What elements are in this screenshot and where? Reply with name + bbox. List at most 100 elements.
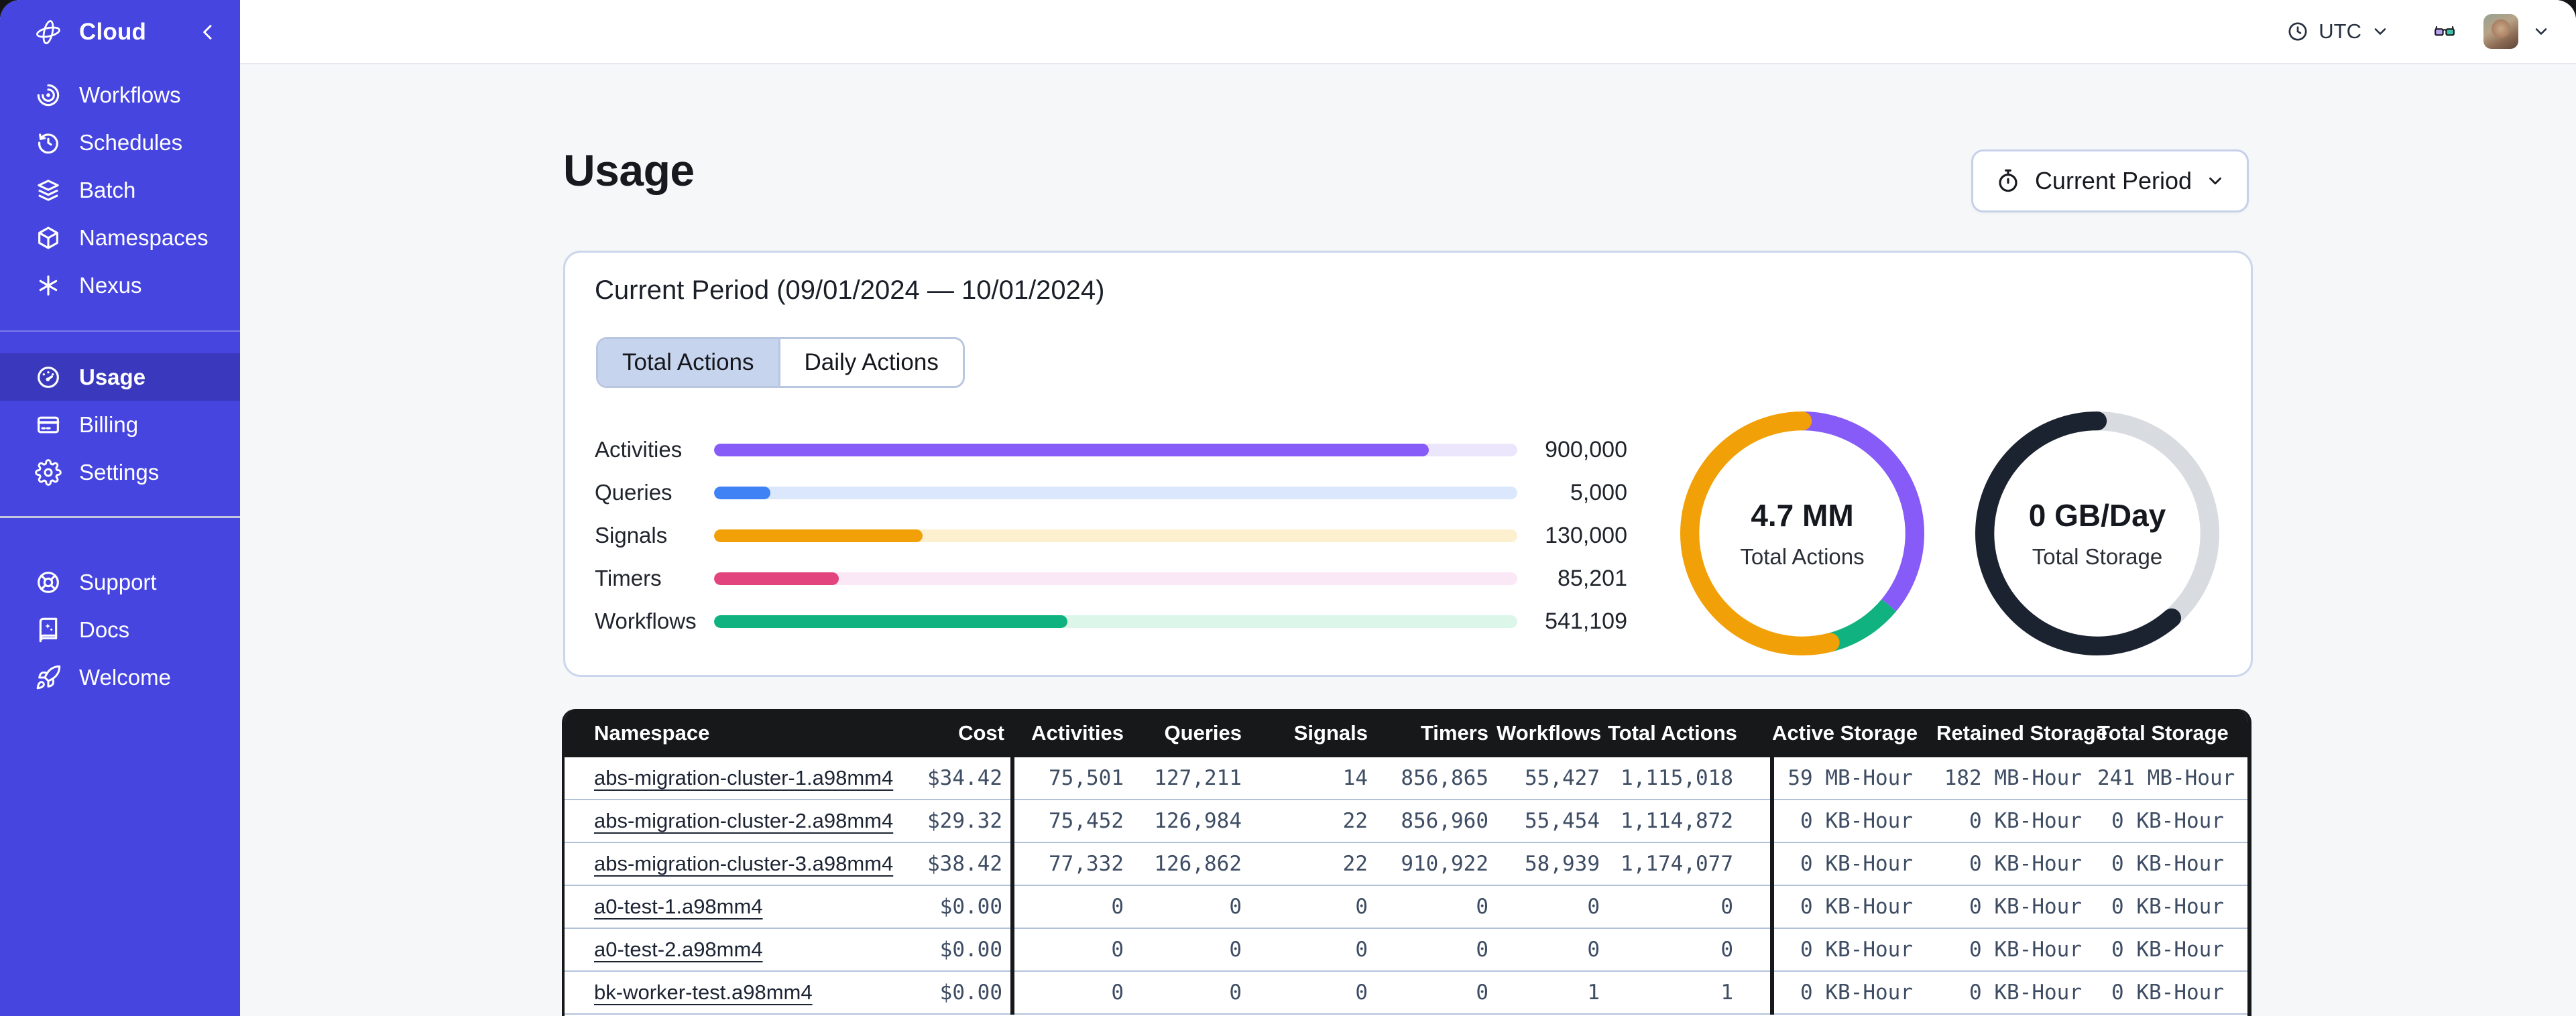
sidebar-item-usage[interactable]: Usage: [0, 353, 240, 401]
bar-row-signals: Signals 130,000: [595, 514, 1627, 557]
bar-track: [714, 572, 1517, 585]
total-actions-cell: 1: [1608, 971, 1772, 1015]
workflows-cell: 55,454: [1497, 800, 1608, 843]
period-selector-button[interactable]: Current Period: [1971, 149, 2249, 212]
tab-total-actions[interactable]: Total Actions: [598, 339, 778, 386]
cost-cell: $0.00: [794, 885, 1012, 929]
bar-fill: [714, 572, 839, 585]
total-actions-cell: 1,114,872: [1608, 800, 1772, 843]
bar-track: [714, 443, 1517, 456]
namespace-link[interactable]: bk-worker-test.a98mm4: [594, 980, 813, 1004]
sidebar-item-namespaces[interactable]: Namespaces: [0, 214, 240, 261]
activities-cell: 75,452: [1010, 800, 1132, 843]
bar-track: [714, 486, 1517, 499]
cloud-orbit-icon: [34, 17, 63, 47]
sidebar-item-support[interactable]: Support: [0, 558, 240, 606]
donut-label: Total Actions: [1740, 544, 1865, 569]
current-period-card: Current Period (09/01/2024 — 10/01/2024)…: [563, 251, 2253, 677]
total-actions-cell: 1,115,018: [1608, 757, 1772, 800]
cost-cell: $0.00: [794, 971, 1012, 1015]
active-storage-cell: 0 KB-Hour: [1770, 842, 1936, 886]
chevron-down-icon: [2371, 22, 2390, 41]
column-header-activities: Activities: [1012, 709, 1132, 757]
docs-book-icon: [35, 617, 62, 643]
glasses-icon[interactable]: [2428, 21, 2461, 42]
sidebar: Cloud Workflows Schedules Batch Namespac…: [0, 0, 240, 1016]
timers-cell: 910,922: [1376, 842, 1497, 886]
bar-label: Queries: [595, 480, 672, 505]
bar-fill: [714, 443, 1429, 456]
total-storage-donut-chart: 0 GB/Day Total Storage: [1975, 411, 2219, 655]
queries-cell: 0: [1132, 971, 1250, 1015]
column-header-signals: Signals: [1250, 709, 1376, 757]
sidebar-title: Cloud: [79, 19, 147, 45]
active-storage-cell: 0 KB-Hour: [1770, 971, 1936, 1015]
user-avatar[interactable]: [2483, 14, 2518, 49]
settings-gear-icon: [35, 458, 62, 486]
namespaces-cube-icon: [35, 225, 62, 251]
table-row: bk-worker-test.a98mm4 $0.00 0 0 0 0 1 1 …: [565, 971, 2247, 1015]
sidebar-item-welcome[interactable]: Welcome: [0, 653, 240, 701]
donut-value: 0 GB/Day: [2028, 498, 2166, 533]
retained-storage-cell: 0 KB-Hour: [1936, 842, 2097, 886]
bar-row-timers: Timers 85,201: [595, 557, 1627, 600]
column-header-total-storage: Total Storage: [2097, 709, 2247, 757]
sidebar-nav: Workflows Schedules Batch Namespaces Nex…: [0, 71, 240, 701]
namespace-link[interactable]: abs-migration-cluster-3.a98mm4: [594, 852, 893, 875]
activities-cell: 0: [1010, 885, 1132, 929]
signals-cell: 0: [1250, 928, 1376, 972]
sidebar-item-docs[interactable]: Docs: [0, 606, 240, 653]
sidebar-item-batch[interactable]: Batch: [0, 166, 240, 214]
namespace-link[interactable]: a0-test-1.a98mm4: [594, 895, 763, 918]
welcome-rocket-icon: [35, 664, 62, 691]
sidebar-item-settings[interactable]: Settings: [0, 448, 240, 496]
schedules-icon: [35, 129, 62, 156]
retained-storage-cell: 0 KB-Hour: [1936, 800, 2097, 843]
namespace-link[interactable]: abs-migration-cluster-1.a98mm4: [594, 766, 893, 789]
timezone-selector[interactable]: UTC: [2286, 19, 2390, 44]
total-storage-cell: 0 KB-Hour: [2097, 971, 2247, 1015]
sidebar-item-label: Workflows: [79, 82, 181, 107]
column-header-queries: Queries: [1132, 709, 1250, 757]
batch-layers-icon: [35, 177, 62, 204]
bar-value: 5,000: [1570, 479, 1627, 505]
account-menu-chevron-icon[interactable]: [2532, 22, 2551, 41]
total-actions-cell: 0: [1608, 928, 1772, 972]
bar-label: Activities: [595, 437, 683, 462]
sidebar-collapse-button[interactable]: [193, 17, 223, 47]
timers-cell: 856,865: [1376, 757, 1497, 800]
queries-cell: 0: [1132, 885, 1250, 929]
activities-cell: 0: [1010, 928, 1132, 972]
total-actions-cell: 1,174,077: [1608, 842, 1772, 886]
table-row: a0-test-2.a98mm4 $0.00 0 0 0 0 0 0 0 KB-…: [565, 928, 2247, 972]
sidebar-item-schedules[interactable]: Schedules: [0, 119, 240, 166]
total-actions-cell: 0: [1608, 885, 1772, 929]
namespace-usage-table: Namespace Cost Activities Queries Signal…: [562, 709, 2251, 1016]
total-actions-donut-chart: 4.7 MM Total Actions: [1680, 411, 1924, 655]
retained-storage-cell: 0 KB-Hour: [1936, 885, 2097, 929]
total-storage-cell: 0 KB-Hour: [2097, 885, 2247, 929]
retained-storage-cell: 0 KB-Hour: [1936, 928, 2097, 972]
active-storage-cell: 59 MB-Hour: [1770, 757, 1936, 800]
namespace-link[interactable]: abs-migration-cluster-2.a98mm4: [594, 809, 893, 832]
sidebar-item-billing[interactable]: Billing: [0, 401, 240, 448]
column-header-timers: Timers: [1376, 709, 1497, 757]
bar-value: 541,109: [1545, 608, 1627, 634]
sidebar-item-nexus[interactable]: Nexus: [0, 261, 240, 309]
sidebar-item-label: Settings: [79, 459, 160, 485]
actions-tab-group: Total Actions Daily Actions: [596, 337, 965, 388]
active-storage-cell: 0 KB-Hour: [1770, 928, 1936, 972]
bar-fill: [714, 615, 1068, 628]
namespace-link[interactable]: a0-test-2.a98mm4: [594, 938, 763, 961]
donut-center-text: 0 GB/Day Total Storage: [1975, 411, 2219, 655]
sidebar-item-label: Nexus: [79, 272, 142, 298]
table-row: a0-test-1.a98mm4 $0.00 0 0 0 0 0 0 0 KB-…: [565, 885, 2247, 929]
table-row: abs-migration-cluster-2.a98mm4 $29.32 75…: [565, 800, 2247, 843]
signals-cell: 22: [1250, 842, 1376, 886]
sidebar-item-workflows[interactable]: Workflows: [0, 71, 240, 119]
active-storage-cell: 0 KB-Hour: [1770, 885, 1936, 929]
tab-daily-actions[interactable]: Daily Actions: [778, 339, 963, 386]
usage-gauge-icon: [35, 364, 62, 391]
bar-label: Signals: [595, 523, 668, 548]
donut-center-text: 4.7 MM Total Actions: [1680, 411, 1924, 655]
